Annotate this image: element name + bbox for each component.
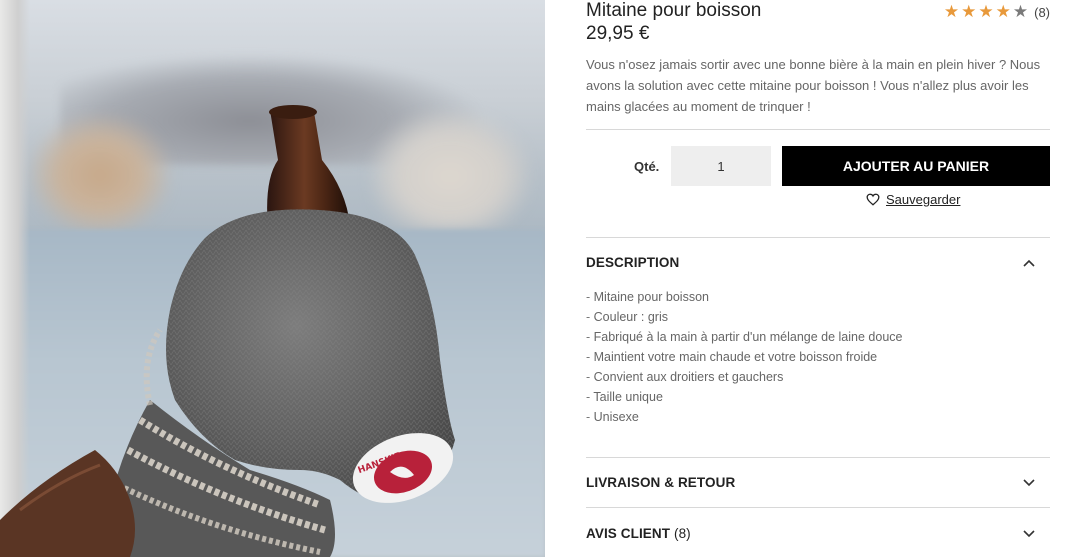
list-item: Mitaine pour boisson — [586, 287, 902, 307]
photo-illustration: HANSKIE — [0, 105, 455, 557]
accordion-reviews-header[interactable]: AVIS CLIENT (8) — [586, 526, 1050, 541]
divider — [586, 457, 1050, 458]
product-description: Vous n'osez jamais sortir avec une bonne… — [586, 57, 1041, 114]
description-list: Mitaine pour boisson Couleur : gris Fabr… — [586, 287, 902, 427]
product-price: 29,95 € — [586, 23, 650, 44]
list-item: Maintient votre main chaude et votre boi… — [586, 347, 902, 367]
star-icon: ★ — [943, 2, 960, 22]
accordion-description-title: DESCRIPTION — [586, 255, 680, 270]
accordion-shipping-header[interactable]: LIVRAISON & RETOUR — [586, 475, 1050, 490]
save-button[interactable]: Sauvegarder — [866, 192, 960, 207]
divider — [586, 129, 1050, 130]
star-icon: ★ — [995, 2, 1011, 22]
chevron-down-icon[interactable] — [1022, 478, 1036, 488]
chevron-down-icon[interactable] — [1022, 529, 1036, 539]
list-item: Taille unique — [586, 387, 902, 407]
product-image: HANSKIE — [0, 0, 545, 557]
accordion-shipping-title: LIVRAISON & RETOUR — [586, 475, 736, 490]
divider — [586, 237, 1050, 238]
accordion-reviews-title: AVIS CLIENT (8) — [586, 526, 691, 541]
star-icon: ★ — [1012, 2, 1029, 22]
add-to-cart-button[interactable]: AJOUTER AU PANIER — [782, 146, 1050, 186]
star-icon: ★ — [978, 2, 994, 22]
rating[interactable]: ★ ★ ★ ★ ★ (8) — [944, 4, 1050, 21]
list-item: Convient aux droitiers et gauchers — [586, 367, 902, 387]
list-item: Fabriqué à la main à partir d'un mélange… — [586, 327, 903, 347]
chevron-up-icon[interactable] — [1022, 258, 1036, 268]
divider — [586, 507, 1050, 508]
heart-icon — [866, 193, 880, 206]
list-item: Unisexe — [586, 407, 902, 427]
product-title: Mitaine pour boisson — [586, 0, 762, 21]
reviews-title-text: AVIS CLIENT — [586, 526, 671, 541]
rating-count[interactable]: (8) — [1034, 5, 1050, 20]
accordion-description-header[interactable]: DESCRIPTION — [586, 255, 1050, 270]
quantity-label: Qté. — [634, 159, 660, 174]
reviews-count: (8) — [673, 526, 691, 541]
quantity-input[interactable] — [671, 146, 771, 186]
star-icon: ★ — [961, 2, 977, 22]
save-label: Sauvegarder — [886, 192, 961, 207]
list-item: Couleur : gris — [586, 307, 902, 327]
product-panel: Mitaine pour boisson 29,95 € ★ ★ ★ ★ ★ (… — [586, 0, 1050, 557]
leather-sleeve — [0, 450, 135, 557]
